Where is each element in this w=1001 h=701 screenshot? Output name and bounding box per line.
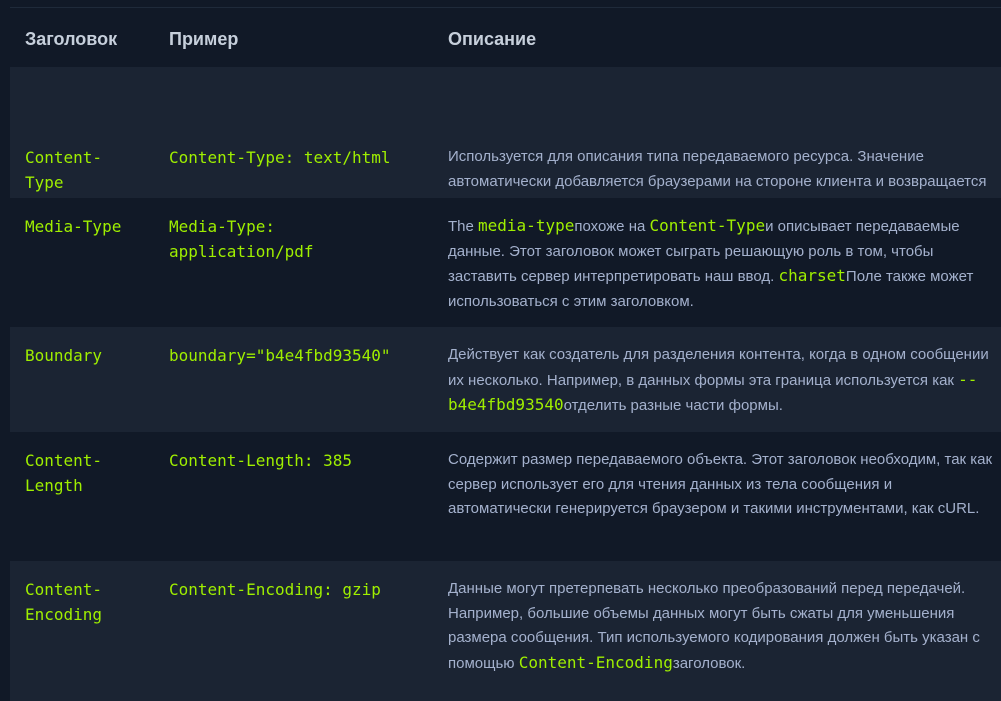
table-row-content-type: Content- Type Content-Type: text/html Ис… <box>10 67 1001 240</box>
table-row-media-type: Media-Type Media-Type: application/pdf T… <box>10 198 1001 327</box>
column-header-example: Пример <box>169 29 239 49</box>
description-cell: Действует как создатель для разделения к… <box>448 343 993 419</box>
inline-code: media-type <box>478 216 575 235</box>
description-text: заголовок. <box>672 654 746 672</box>
table-header-row: Заголовок Пример Описание <box>10 8 1001 67</box>
header-name-cell: Content- Type <box>25 148 103 192</box>
table-row-boundary: Boundary boundary="b4e4fbd93540" Действу… <box>10 327 1001 432</box>
column-header-description: Описание <box>448 29 537 49</box>
header-name-cell: Content- Length <box>25 451 103 495</box>
inline-code: charset <box>778 266 846 285</box>
example-cell: Media-Type: application/pdf <box>169 217 314 261</box>
example-cell: Content-Length: 385 <box>169 451 353 470</box>
example-cell: Content-Encoding: gzip <box>169 580 381 599</box>
example-cell: boundary="b4e4fbd93540" <box>169 346 391 365</box>
header-name-cell: Boundary <box>25 346 103 365</box>
description-text: похоже на <box>574 218 650 235</box>
example-cell: Content-Type: text/html <box>169 148 391 167</box>
inline-code: Content-Type <box>649 216 766 235</box>
column-header-name: Заголовок <box>25 29 118 49</box>
description-cell: The media-typeпохоже на Content-Typeи оп… <box>448 214 993 314</box>
table-row-content-length: Content- Length Content-Length: 385 Соде… <box>10 432 1001 561</box>
description-cell: Содержит размер передаваемого объекта. Э… <box>448 448 993 522</box>
inline-code: Content-Encoding <box>518 652 673 672</box>
http-headers-table: Заголовок Пример Описание Content- Type … <box>10 8 1001 701</box>
description-text: отделить разные части формы. <box>563 397 783 414</box>
header-name-cell: Content- Encoding <box>25 580 103 624</box>
description-text: Действует как создатель для разделения к… <box>448 346 989 389</box>
description-cell: Данные могут претерпевать несколько прео… <box>448 577 993 676</box>
header-name-cell: Media-Type <box>25 217 122 236</box>
description-text: The <box>448 218 479 235</box>
description-text: Содержит размер передаваемого объекта. Э… <box>448 451 993 517</box>
table-row-content-encoding: Content- Encoding Content-Encoding: gzip… <box>10 561 1001 701</box>
